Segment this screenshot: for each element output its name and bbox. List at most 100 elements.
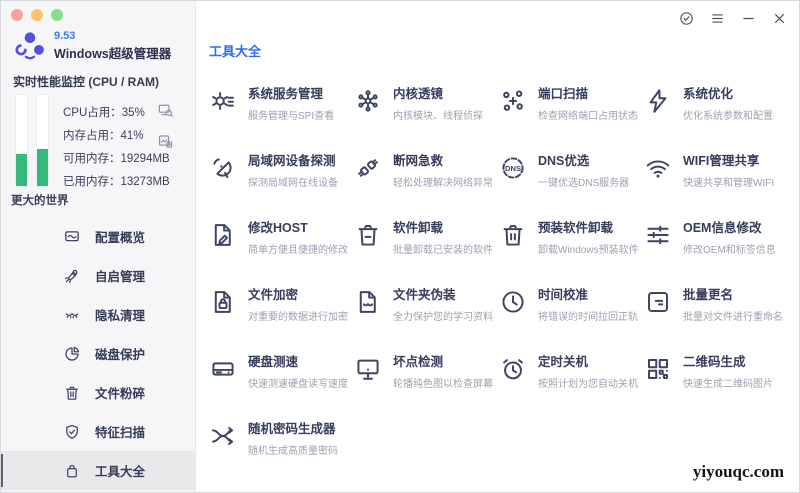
- tool-item[interactable]: 随机密码生成器 随机生成高质量密码: [209, 416, 354, 483]
- close-icon[interactable]: [771, 10, 788, 27]
- tool-subtitle: 快速测速硬盘读写速度: [248, 378, 348, 390]
- dns-icon: DNS: [499, 154, 527, 182]
- tools-grid: 系统服务管理 服务管理与SPI查看 内核透镜 内核模块、线程侦探 端口扫描 检查网络端口占…: [209, 81, 789, 483]
- sidebar-item-label: 隐私清理: [95, 309, 146, 323]
- screen-search-icon[interactable]: [157, 102, 174, 119]
- image-export-icon[interactable]: [157, 133, 174, 150]
- tool-subtitle: 优化系统参数和配置: [683, 110, 773, 122]
- tool-item[interactable]: 预装软件卸载 卸载Windows预装软件: [499, 215, 644, 282]
- tool-subtitle: 快速共享和管理WIFI: [683, 177, 775, 189]
- tool-subtitle: 修改OEM和标签信息: [683, 244, 776, 256]
- tool-item[interactable]: 软件卸载 批量卸载已安装的软件: [354, 215, 499, 282]
- rename-icon: [644, 288, 672, 316]
- tool-item[interactable]: 系统服务管理 服务管理与SPI查看: [209, 81, 354, 148]
- tool-text: 定时关机 按照计划为您自动关机: [538, 349, 638, 390]
- tool-item[interactable]: WIFI管理共享 快速共享和管理WIFI: [644, 148, 789, 215]
- minimize-traffic-light[interactable]: [31, 9, 43, 21]
- tool-item[interactable]: 修改HOST 简单方便且便捷的修改: [209, 215, 354, 282]
- tool-item[interactable]: 内核透镜 内核模块、线程侦探: [354, 81, 499, 148]
- badge-check-icon[interactable]: [678, 10, 695, 27]
- molecule-icon: [354, 87, 382, 115]
- tool-text: 局域网设备探测 探测局域网在线设备: [248, 148, 338, 189]
- tool-text: 系统服务管理 服务管理与SPI查看: [248, 81, 334, 122]
- tool-subtitle: 简单方便且便捷的修改: [248, 244, 348, 256]
- shield-check-icon: [63, 423, 81, 441]
- tool-text: 文件加密 对重要的数据进行加密: [248, 282, 348, 323]
- tool-item[interactable]: 局域网设备探测 探测局域网在线设备: [209, 148, 354, 215]
- tool-item[interactable]: 文件加密 对重要的数据进行加密: [209, 282, 354, 349]
- sidebar-item-5[interactable]: 文件粉碎: [1, 373, 195, 412]
- tool-item[interactable]: 端口扫描 检查网络端口占用状态: [499, 81, 644, 148]
- minimize-icon[interactable]: [740, 10, 757, 27]
- cpu-bar-fill: [16, 154, 27, 186]
- tool-item[interactable]: 系统优化 优化系统参数和配置: [644, 81, 789, 148]
- cpu-bar: [15, 94, 28, 187]
- file-lock-icon: [209, 288, 237, 316]
- tool-title: 二维码生成: [683, 355, 746, 369]
- menu-icon[interactable]: [709, 10, 726, 27]
- tool-title: 软件卸载: [393, 221, 444, 235]
- tool-title: 系统服务管理: [248, 87, 324, 101]
- performance-actions: [157, 102, 174, 150]
- sidebar-item-3[interactable]: 隐私清理: [1, 295, 195, 334]
- metric-row: 已用内存：13273MB: [63, 169, 170, 192]
- tool-subtitle: 一键优选DNS服务器: [538, 177, 630, 189]
- tool-text: 批量更名 批量对文件进行重命名: [683, 282, 783, 323]
- tool-subtitle: 服务管理与SPI查看: [248, 110, 335, 122]
- trash-pause-icon: [499, 221, 527, 249]
- tool-item[interactable]: 坏点检测 轮播纯色图以检查屏幕: [354, 349, 499, 416]
- sidebar-item-7[interactable]: 工具大全: [1, 451, 195, 490]
- close-traffic-light[interactable]: [11, 9, 23, 21]
- tool-item[interactable]: 时间校准 将错误的时间拉回正轨: [499, 282, 644, 349]
- tool-title: 定时关机: [538, 355, 589, 369]
- performance-bars: [15, 94, 49, 187]
- tool-text: 软件卸载 批量卸载已安装的软件: [393, 215, 493, 256]
- main-panel: 工具大全 系统服务管理 服务管理与SPI查看 内核透镜 内核模块、线程侦探 端口扫描 检查…: [196, 1, 799, 492]
- tool-title: 断网急救: [393, 154, 444, 168]
- qr-icon: [644, 355, 672, 383]
- tool-text: 硬盘测速 快速测速硬盘读写速度: [248, 349, 348, 390]
- zoom-traffic-light[interactable]: [51, 9, 63, 21]
- tool-text: 端口扫描 检查网络端口占用状态: [538, 81, 638, 122]
- monitor-icon: [354, 355, 382, 383]
- sidebar-item-4[interactable]: 磁盘保护: [1, 334, 195, 373]
- app-version: 9.53: [54, 30, 76, 42]
- trash-minus-icon: [354, 221, 382, 249]
- tool-text: DNS优选 一键优选DNS服务器: [538, 148, 629, 189]
- tool-text: 修改HOST 简单方便且便捷的修改: [248, 215, 348, 256]
- tool-title: 局域网设备探测: [248, 154, 336, 168]
- tool-item[interactable]: 批量更名 批量对文件进行重命名: [644, 282, 789, 349]
- clock-icon: [499, 288, 527, 316]
- sidebar-item-label: 特征扫描: [95, 426, 146, 440]
- tool-item[interactable]: 文件夹伪装 全力保护您的学习资料: [354, 282, 499, 349]
- performance-metrics: CPU占用：35% 内存占用：41% 可用内存：19294MB 已用内存：13273M…: [63, 100, 170, 192]
- sidebar-item-6[interactable]: 特征扫描: [1, 412, 195, 451]
- tool-subtitle: 快速生成二维码图片: [683, 378, 773, 390]
- tool-text: 内核透镜 内核模块、线程侦探: [393, 81, 483, 122]
- plug-icon: [354, 154, 382, 182]
- brand-text: 9.53 Windows超级管理器: [54, 30, 171, 62]
- brand: 9.53 Windows超级管理器: [13, 29, 171, 63]
- tool-title: 内核透镜: [393, 87, 444, 101]
- metric-text: 可用内存：19294MB: [63, 152, 170, 165]
- tool-item[interactable]: DNS DNS优选 一键优选DNS服务器: [499, 148, 644, 215]
- tool-item[interactable]: 二维码生成快速生成二维码图片: [644, 349, 789, 416]
- tool-title: 文件加密: [248, 288, 299, 302]
- tool-text: OEM信息修改 修改OEM和标签信息: [683, 215, 776, 256]
- sidebar-item-2[interactable]: 自启管理: [1, 256, 195, 295]
- alarm-icon: [499, 355, 527, 383]
- tool-item[interactable]: 定时关机 按照计划为您自动关机: [499, 349, 644, 416]
- sidebar-nav: 配置概览 自启管理隐私清理磁盘保护 文件粉碎特征扫描工具大全: [1, 217, 195, 490]
- radar-icon: [209, 154, 237, 182]
- metric-row: 内存占用：41%: [63, 123, 170, 146]
- tool-subtitle: 轮播纯色图以检查屏幕: [393, 378, 493, 390]
- page-title: 工具大全: [209, 43, 262, 59]
- performance-title: 实时性能监控 (CPU / RAM): [13, 75, 159, 89]
- tool-title: 时间校准: [538, 288, 589, 302]
- tool-item[interactable]: 断网急救 轻松处理解决网络异常: [354, 148, 499, 215]
- tool-item[interactable]: 硬盘测速 快速测速硬盘读写速度: [209, 349, 354, 416]
- sidebar-item-1[interactable]: 配置概览: [1, 217, 195, 256]
- tool-item[interactable]: OEM信息修改 修改OEM和标签信息: [644, 215, 789, 282]
- sliders-icon: [644, 221, 672, 249]
- tool-title: 批量更名: [683, 288, 734, 302]
